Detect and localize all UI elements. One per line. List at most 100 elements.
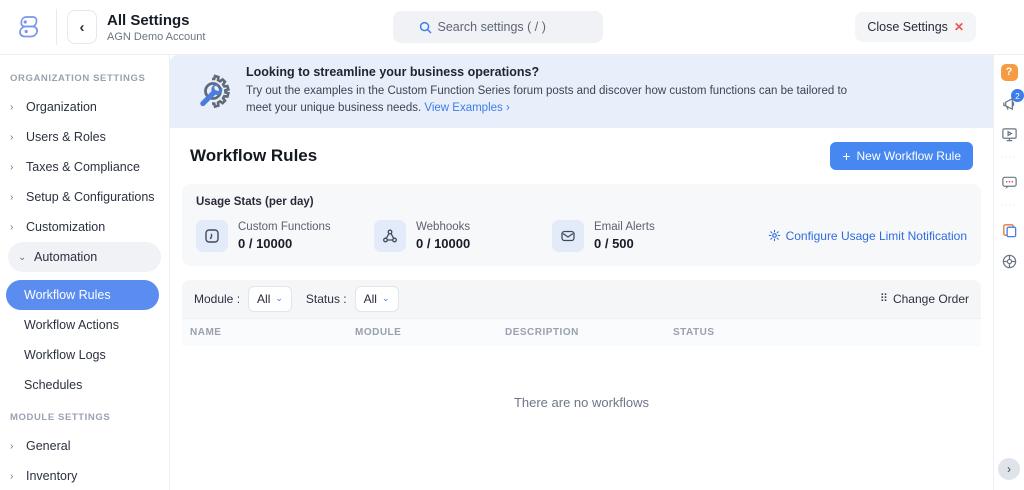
support-wheel-button[interactable] xyxy=(1000,252,1018,270)
settings-sidebar: ORGANIZATION SETTINGS › Organization › U… xyxy=(0,55,170,490)
account-name: AGN Demo Account xyxy=(107,30,206,43)
chevron-right-icon: › xyxy=(10,161,14,173)
workflow-table-body: There are no workflows xyxy=(182,345,981,490)
help-button[interactable]: ? xyxy=(1000,63,1018,81)
chevron-down-icon: ⌄ xyxy=(381,293,390,303)
header-divider xyxy=(56,9,57,45)
status-filter-label: Status : xyxy=(305,291,347,306)
configure-usage-limit-label: Configure Usage Limit Notification xyxy=(785,228,967,243)
search-icon xyxy=(419,21,431,33)
stat-label: Webhooks xyxy=(416,220,471,233)
new-workflow-rule-button[interactable]: + New Workflow Rule xyxy=(830,141,973,170)
sidebar-item-label: General xyxy=(26,439,71,453)
wheel-icon xyxy=(1002,254,1016,268)
gear-icon xyxy=(768,229,780,242)
chevron-right-icon: › xyxy=(10,440,14,452)
chevron-down-icon: ⌄ xyxy=(275,293,283,303)
rail-divider: ···· xyxy=(1000,154,1018,161)
search-input[interactable] xyxy=(437,20,578,34)
sidebar-item-taxes-compliance[interactable]: › Taxes & Compliance xyxy=(0,152,169,182)
announcements-button[interactable]: 2 xyxy=(1000,89,1024,112)
workflow-table-header: NAME MODULE DESCRIPTION STATUS xyxy=(182,317,981,346)
chevron-right-icon: › xyxy=(1007,462,1011,476)
settings-search[interactable] xyxy=(393,11,603,43)
sidebar-item-label: Organization xyxy=(26,100,97,114)
column-header-status: STATUS xyxy=(673,326,715,338)
sidebar-item-label: Setup & Configurations xyxy=(26,190,155,204)
chevron-right-icon: › xyxy=(10,191,14,203)
sidebar-item-label: Taxes & Compliance xyxy=(26,160,140,174)
filters-row: Module : All ⌄ Status : All ⌄ ⠿ Change O… xyxy=(182,279,981,318)
promo-banner: Looking to streamline your business oper… xyxy=(170,55,993,128)
sidebar-item-label: Customization xyxy=(26,220,106,234)
resources-button[interactable] xyxy=(1000,221,1018,239)
books-logo-icon xyxy=(19,16,38,38)
status-filter-value: All xyxy=(363,291,377,306)
view-examples-link[interactable]: View Examples › xyxy=(424,102,509,114)
stat-label: Custom Functions xyxy=(238,220,331,233)
change-order-label: Change Order xyxy=(892,291,969,306)
utility-rail: ? 2 ···· ···· › xyxy=(993,55,1024,490)
sidebar-item-customization[interactable]: › Customization xyxy=(0,212,169,242)
page-context-title: All Settings xyxy=(107,11,190,29)
chevron-right-icon: › xyxy=(10,131,14,143)
status-filter-dropdown[interactable]: All ⌄ xyxy=(354,285,399,312)
back-chevron-icon: ‹ xyxy=(79,18,85,36)
sidebar-item-workflow-rules[interactable]: Workflow Rules xyxy=(6,280,159,310)
column-header-name: NAME xyxy=(190,326,222,338)
sidebar-item-inventory[interactable]: › Inventory xyxy=(0,461,169,490)
change-order-button[interactable]: ⠿ Change Order xyxy=(880,292,969,306)
demo-videos-button[interactable] xyxy=(1000,125,1018,143)
sidebar-item-schedules[interactable]: Schedules xyxy=(0,370,169,400)
sidebar-item-general[interactable]: › General xyxy=(0,431,169,461)
chat-bubble-icon xyxy=(1001,176,1017,189)
top-header: ‹ All Settings AGN Demo Account Close Se… xyxy=(0,0,1024,55)
stat-value: 0 / 10000 xyxy=(416,235,471,251)
feedback-chat-button[interactable] xyxy=(1000,173,1018,191)
module-filter-dropdown[interactable]: All ⌄ xyxy=(248,285,292,312)
settings-app: ‹ All Settings AGN Demo Account Close Se… xyxy=(0,0,1024,490)
sidebar-item-automation[interactable]: ⌄ Automation xyxy=(8,242,161,272)
section-module-settings: MODULE SETTINGS xyxy=(10,412,111,423)
main-content: Looking to streamline your business oper… xyxy=(170,55,993,490)
sidebar-item-organization[interactable]: › Organization xyxy=(0,92,169,122)
webhooks-icon xyxy=(374,219,406,252)
sidebar-item-users-roles[interactable]: › Users & Roles xyxy=(0,122,169,152)
usage-stats-heading: Usage Stats (per day) xyxy=(196,195,314,208)
stat-webhooks: Webhooks 0 / 10000 xyxy=(374,219,552,252)
module-filter-label: Module : xyxy=(194,291,241,306)
banner-text: Looking to streamline your business oper… xyxy=(246,65,866,118)
module-filter-value: All xyxy=(257,291,271,306)
chevron-right-icon: › xyxy=(10,470,14,482)
drag-handle-icon: ⠿ xyxy=(879,293,888,305)
close-settings-label: Close Settings xyxy=(867,20,948,34)
usage-stats-card: Usage Stats (per day) Custom Functions 0… xyxy=(182,183,981,266)
sidebar-item-workflow-actions[interactable]: Workflow Actions xyxy=(0,310,169,340)
announcements-badge: 2 xyxy=(1011,89,1024,102)
monitor-play-icon xyxy=(1001,127,1017,141)
docs-icon xyxy=(1002,223,1016,237)
page-title: Workflow Rules xyxy=(190,145,318,165)
rail-divider: ···· xyxy=(1000,202,1018,209)
page-title-row: Workflow Rules + New Workflow Rule xyxy=(170,128,993,182)
custom-functions-icon xyxy=(196,219,228,252)
banner-body-text: Try out the examples in the Custom Funct… xyxy=(246,85,848,115)
back-button[interactable]: ‹ xyxy=(67,10,97,44)
stat-label: Email Alerts xyxy=(594,220,655,233)
sidebar-item-workflow-logs[interactable]: Workflow Logs xyxy=(0,340,169,370)
gear-wrench-icon xyxy=(200,74,231,109)
sidebar-item-label: Inventory xyxy=(26,469,78,483)
expand-panel-button[interactable]: › xyxy=(998,458,1020,480)
configure-usage-limit-link[interactable]: Configure Usage Limit Notification xyxy=(768,229,967,243)
close-settings-button[interactable]: Close Settings ✕ xyxy=(855,12,976,42)
books-logo[interactable] xyxy=(12,14,46,40)
email-alerts-icon xyxy=(552,219,584,252)
chevron-right-icon: › xyxy=(10,221,14,233)
help-question-icon: ? xyxy=(1005,66,1013,78)
plus-icon: + xyxy=(842,147,851,164)
sidebar-item-setup-configurations[interactable]: › Setup & Configurations xyxy=(0,182,169,212)
banner-body: Try out the examples in the Custom Funct… xyxy=(246,83,866,118)
new-workflow-rule-label: New Workflow Rule xyxy=(856,148,961,163)
stat-value: 0 / 500 xyxy=(594,235,634,251)
empty-state-text: There are no workflows xyxy=(513,395,650,411)
